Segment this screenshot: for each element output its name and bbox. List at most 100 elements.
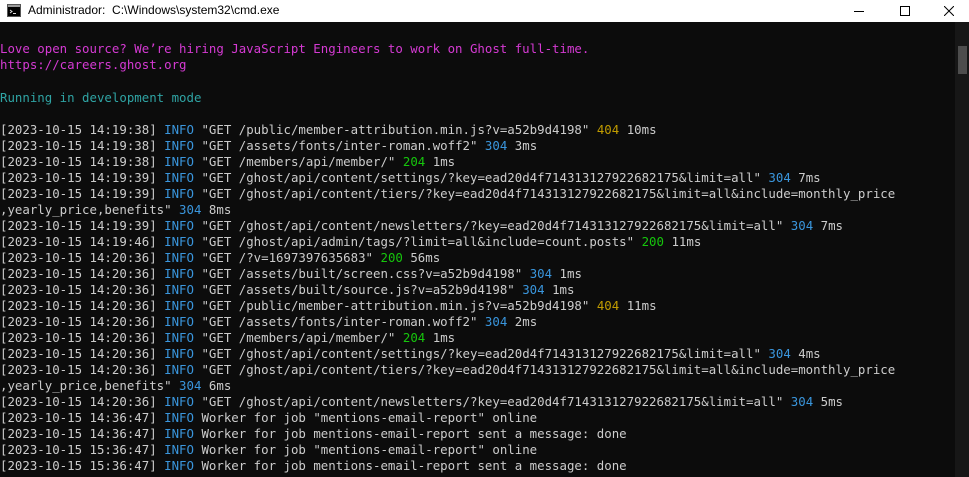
log-line: [2023-10-15 14:20:36] INFO "GET /?v=1697…: [0, 250, 440, 266]
log-message: "GET /assets/fonts/inter-roman.woff2": [201, 314, 478, 329]
timestamp: [2023-10-15 15:36:47]: [0, 442, 157, 457]
scrollbar-thumb[interactable]: [958, 46, 967, 74]
log-line: [2023-10-15 14:20:36] INFO "GET /assets/…: [0, 314, 537, 330]
timestamp: [2023-10-15 14:20:36]: [0, 362, 157, 377]
log-level: INFO: [164, 266, 194, 281]
log-level: INFO: [164, 250, 194, 265]
status-code: 404: [596, 122, 620, 137]
status-code: 304: [484, 314, 508, 329]
response-time: 1ms: [552, 282, 575, 297]
vertical-scrollbar[interactable]: [955, 22, 969, 477]
response-time: 7ms: [798, 170, 821, 185]
log-message: Worker for job "mentions-email-report" o…: [201, 442, 538, 457]
maximize-button[interactable]: [882, 0, 928, 22]
timestamp: [2023-10-15 14:36:47]: [0, 426, 157, 441]
log-line: [2023-10-15 14:19:39] INFO "GET /ghost/a…: [0, 170, 821, 186]
log-line: [2023-10-15 14:20:36] INFO "GET /assets/…: [0, 282, 574, 298]
log-line: [2023-10-15 14:20:36] INFO "GET /public/…: [0, 298, 657, 314]
log-level: INFO: [164, 298, 194, 313]
response-time: 7ms: [820, 218, 844, 233]
log-line: [2023-10-15 15:36:47] INFO Worker for jo…: [0, 442, 537, 458]
status-code: 404: [596, 298, 620, 313]
log-level: INFO: [164, 442, 194, 457]
log-line: [2023-10-15 14:19:39] INFO "GET /ghost/a…: [0, 218, 843, 234]
timestamp: [2023-10-15 15:36:47]: [0, 458, 157, 473]
log-line: [2023-10-15 14:19:39] INFO "GET /ghost/a…: [0, 186, 895, 202]
log-message: Worker for job mentions-email-report sen…: [201, 458, 627, 473]
log-level: INFO: [164, 170, 194, 185]
timestamp: [2023-10-15 14:20:36]: [0, 298, 157, 313]
timestamp: [2023-10-15 14:19:38]: [0, 138, 157, 153]
close-button[interactable]: [926, 0, 969, 22]
minimize-button[interactable]: [836, 0, 882, 22]
log-level: INFO: [164, 314, 194, 329]
timestamp: [2023-10-15 14:20:36]: [0, 394, 157, 409]
timestamp: [2023-10-15 14:19:39]: [0, 218, 157, 233]
log-line: [2023-10-15 14:20:36] INFO "GET /ghost/a…: [0, 362, 895, 378]
log-line: [2023-10-15 14:19:46] INFO "GET /ghost/a…: [0, 234, 701, 250]
log-message: ,yearly_price,benefits": [0, 202, 172, 217]
timestamp: [2023-10-15 14:20:36]: [0, 314, 157, 329]
log-message: "GET /members/api/member/": [201, 154, 396, 169]
status-code: 304: [790, 218, 814, 233]
log-level: INFO: [164, 330, 194, 345]
log-message: "GET /ghost/api/content/newsletters/?key…: [201, 218, 784, 233]
mode-status: Running in development mode: [0, 90, 202, 105]
log-line: ,yearly_price,benefits" 304 8ms: [0, 202, 231, 218]
timestamp: [2023-10-15 14:20:36]: [0, 266, 157, 281]
response-time: 1ms: [432, 154, 456, 169]
console-output[interactable]: Love open source? We’re hiring JavaScrip…: [0, 22, 955, 477]
log-level: INFO: [164, 154, 194, 169]
status-code: 304: [768, 170, 791, 185]
response-time: 1ms: [432, 330, 456, 345]
response-time: 1ms: [559, 266, 582, 281]
log-message: Worker for job mentions-email-report sen…: [201, 426, 627, 441]
cmd-icon: [7, 4, 21, 17]
log-line: [2023-10-15 14:20:36] INFO "GET /ghost/a…: [0, 346, 821, 362]
log-message: "GET /members/api/member/": [201, 330, 396, 345]
timestamp: [2023-10-15 14:20:36]: [0, 330, 157, 345]
status-code: 304: [484, 138, 508, 153]
log-message: "GET /assets/built/source.js?v=a52b9d419…: [201, 282, 515, 297]
log-line: [2023-10-15 14:19:38] INFO "GET /assets/…: [0, 138, 537, 154]
response-time: 6ms: [208, 378, 232, 393]
log-message: "GET /ghost/api/content/tiers/?key=ead20…: [201, 186, 896, 201]
timestamp: [2023-10-15 14:20:36]: [0, 282, 157, 297]
log-level: INFO: [164, 458, 194, 473]
log-level: INFO: [164, 426, 194, 441]
response-time: 2ms: [514, 314, 538, 329]
log-message: "GET /ghost/api/content/settings/?key=ea…: [201, 346, 761, 361]
window-title: Administrador: C:\Windows\system32\cmd.e…: [28, 3, 280, 17]
log-level: INFO: [164, 234, 194, 249]
maximize-icon: [900, 6, 910, 16]
status-code: 304: [179, 202, 202, 217]
response-time: 5ms: [820, 394, 844, 409]
response-time: 10ms: [626, 122, 657, 137]
log-line: [2023-10-15 14:19:38] INFO "GET /members…: [0, 154, 455, 170]
log-line: [2023-10-15 15:36:47] INFO Worker for jo…: [0, 458, 627, 474]
timestamp: [2023-10-15 14:19:38]: [0, 122, 157, 137]
timestamp: [2023-10-15 14:19:39]: [0, 170, 157, 185]
status-code: 304: [790, 394, 814, 409]
log-level: INFO: [164, 362, 194, 377]
timestamp: [2023-10-15 14:19:39]: [0, 186, 157, 201]
log-level: INFO: [164, 282, 194, 297]
log-level: INFO: [164, 394, 194, 409]
status-code: 304: [529, 266, 553, 281]
log-level: INFO: [164, 138, 194, 153]
minimize-icon: [854, 11, 864, 12]
log-message: "GET /public/member-attribution.min.js?v…: [201, 122, 590, 137]
log-message: "GET /ghost/api/content/newsletters/?key…: [201, 394, 784, 409]
status-code: 304: [179, 378, 202, 393]
careers-link: https://careers.ghost.org: [0, 57, 187, 72]
log-line: [2023-10-15 14:36:47] INFO Worker for jo…: [0, 410, 537, 426]
timestamp: [2023-10-15 14:20:36]: [0, 346, 157, 361]
log-level: INFO: [164, 346, 194, 361]
hiring-banner: Love open source? We’re hiring JavaScrip…: [0, 41, 590, 56]
log-line: ,yearly_price,benefits" 304 6ms: [0, 378, 231, 394]
log-level: INFO: [164, 218, 194, 233]
log-message: ,yearly_price,benefits": [0, 378, 172, 393]
log-message: "GET /assets/fonts/inter-roman.woff2": [201, 138, 478, 153]
title-bar[interactable]: Administrador: C:\Windows\system32\cmd.e…: [0, 0, 969, 22]
status-code: 200: [641, 234, 664, 249]
